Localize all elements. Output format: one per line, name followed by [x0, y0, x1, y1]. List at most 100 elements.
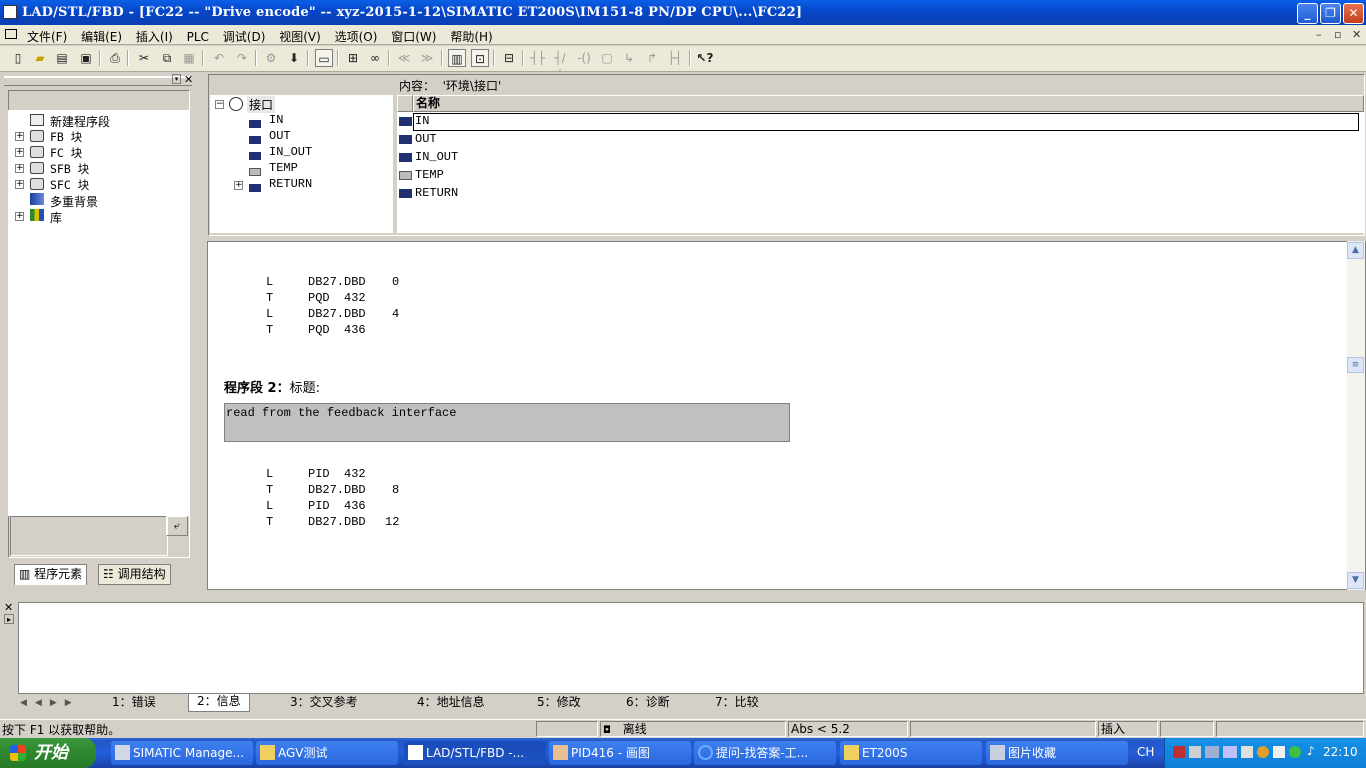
- scroll-down-icon[interactable]: ▼: [1347, 572, 1364, 589]
- copy-icon[interactable]: ⧉: [158, 49, 176, 67]
- pane-close-icon[interactable]: ✕: [184, 73, 193, 86]
- task-lad-stl-fbd[interactable]: LAD/STL/FBD -...: [404, 741, 546, 765]
- table-row-return[interactable]: RETURN: [415, 186, 458, 200]
- paste-icon[interactable]: ▦: [180, 49, 198, 67]
- new-icon[interactable]: ▯: [9, 49, 27, 67]
- task-paint[interactable]: PID416 - 画图: [549, 741, 691, 765]
- tree-item-fb[interactable]: + FB 块: [8, 128, 184, 144]
- tree-item-sfb[interactable]: + SFB 块: [8, 160, 184, 176]
- task-simatic-manager[interactable]: SIMATIC Manage...: [111, 741, 253, 765]
- document-icon[interactable]: [5, 29, 17, 39]
- task-browser[interactable]: 提问-找答案-工...: [694, 741, 836, 765]
- expand-icon[interactable]: +: [15, 132, 24, 141]
- tray-app-icon[interactable]: [1173, 746, 1185, 758]
- tab-address-info[interactable]: 4：地址信息: [417, 695, 485, 712]
- tree-temp[interactable]: TEMP: [269, 161, 298, 175]
- tree-item-fc[interactable]: + FC 块: [8, 144, 184, 160]
- tab-scroll-arrows[interactable]: ◀◀▶▶: [20, 695, 92, 711]
- monitor-icon[interactable]: ▭: [315, 49, 333, 67]
- close-button[interactable]: ✕: [1343, 3, 1364, 24]
- network-icon[interactable]: ⊞: [344, 49, 362, 67]
- next-network-icon[interactable]: ≫: [418, 49, 436, 67]
- tree-item-new-network[interactable]: 新建程序段: [8, 112, 184, 129]
- tab-info[interactable]: 2：信息: [188, 694, 250, 712]
- new-network-icon[interactable]: ⊟: [500, 49, 518, 67]
- table-row-out[interactable]: OUT: [415, 132, 437, 146]
- task-pictures[interactable]: 图片收藏: [986, 741, 1128, 765]
- download-icon[interactable]: ⬇: [285, 49, 303, 67]
- stl-editor[interactable]: L DB27.DBD 0 T PQD 432 L DB27.DBD 4 T PQ…: [207, 241, 1366, 590]
- tab-compare[interactable]: 7：比较: [715, 695, 759, 712]
- coil-icon[interactable]: -(): [575, 49, 593, 67]
- overview-icon[interactable]: ▥: [448, 49, 466, 67]
- save-icon[interactable]: ▣: [77, 49, 95, 67]
- tab-program-elements[interactable]: ▥ 程序元素: [14, 564, 88, 585]
- empty-box-icon[interactable]: ▢: [598, 49, 616, 67]
- tray-monitor-icon[interactable]: [1273, 746, 1285, 758]
- expand-icon[interactable]: +: [234, 181, 243, 190]
- context-help-icon[interactable]: ↖?: [696, 49, 714, 67]
- restore-button[interactable]: ❐: [1320, 3, 1341, 24]
- mdi-minimize-button[interactable]: –: [1316, 28, 1322, 41]
- no-contact-icon[interactable]: ┤├: [529, 49, 547, 67]
- table-row-in-out[interactable]: IN_OUT: [415, 150, 458, 164]
- expand-icon[interactable]: +: [15, 212, 24, 221]
- tray-security-icon[interactable]: [1289, 746, 1301, 758]
- tray-settings-icon[interactable]: [1257, 746, 1269, 758]
- prev-network-icon[interactable]: ≪: [395, 49, 413, 67]
- glasses-icon[interactable]: ∞: [366, 49, 384, 67]
- tab-diagnostics[interactable]: 6：诊断: [626, 695, 670, 712]
- nc-contact-icon[interactable]: ┤/├: [551, 49, 569, 83]
- tray-ime-icon[interactable]: [1205, 746, 1219, 758]
- collapse-icon[interactable]: −: [215, 100, 224, 109]
- menu-view[interactable]: 视图(V): [274, 26, 326, 47]
- task-agv-folder[interactable]: AGV测试: [256, 741, 398, 765]
- branch-close-icon[interactable]: ↱: [643, 49, 661, 67]
- menu-file[interactable]: 文件(F): [22, 26, 72, 47]
- network-comment-box[interactable]: read from the feedback interface: [224, 403, 790, 442]
- menu-options[interactable]: 选项(O): [330, 26, 383, 47]
- menu-help[interactable]: 帮助(H): [445, 26, 497, 47]
- menu-window[interactable]: 窗口(W): [386, 26, 441, 47]
- tray-network-icon[interactable]: [1189, 746, 1201, 758]
- pane-float-icon[interactable]: ▾: [172, 74, 181, 84]
- tree-in-out[interactable]: IN_OUT: [269, 145, 312, 159]
- tray-ime-mode-icon[interactable]: [1223, 746, 1237, 758]
- tray-volume-icon[interactable]: ♪: [1307, 744, 1315, 758]
- open-icon[interactable]: ▰: [31, 49, 49, 67]
- print-icon[interactable]: ⎙: [106, 49, 124, 67]
- branch-open-icon[interactable]: ↳: [620, 49, 638, 67]
- tab-modify[interactable]: 5：修改: [537, 695, 581, 712]
- compile-icon[interactable]: ⚙: [262, 49, 280, 67]
- scroll-thumb[interactable]: ≡: [1347, 357, 1364, 373]
- table-row-temp[interactable]: TEMP: [415, 168, 444, 182]
- details-icon[interactable]: ⊡: [471, 49, 489, 67]
- insert-element-icon[interactable]: ⤶: [166, 516, 188, 536]
- tree-out[interactable]: OUT: [269, 129, 291, 143]
- interface-root[interactable]: 接口: [247, 96, 276, 113]
- editor-scrollbar[interactable]: ▲ ≡ ▼: [1347, 241, 1365, 590]
- menu-plc[interactable]: PLC: [182, 28, 214, 46]
- language-indicator[interactable]: CH: [1137, 745, 1154, 759]
- expand-icon[interactable]: +: [15, 148, 24, 157]
- start-button[interactable]: 开始: [0, 738, 96, 768]
- column-header-name[interactable]: 名称: [413, 95, 1364, 112]
- tab-errors[interactable]: 1：错误: [112, 695, 156, 712]
- scroll-up-icon[interactable]: ▲: [1347, 242, 1364, 259]
- mdi-close-button[interactable]: ✕: [1352, 28, 1361, 41]
- clock[interactable]: 22:10: [1323, 745, 1358, 759]
- tree-item-multi-instance[interactable]: 多重背景: [8, 192, 184, 209]
- tree-item-libraries[interactable]: + 库: [8, 208, 184, 225]
- redo-icon[interactable]: ↷: [233, 49, 251, 67]
- tree-return[interactable]: RETURN: [269, 177, 312, 191]
- tab-call-structure[interactable]: ☷ 调用结构: [98, 564, 171, 585]
- accessible-nodes-icon[interactable]: ▤: [53, 49, 71, 67]
- details-float-icon[interactable]: ▸: [4, 614, 14, 624]
- tree-item-sfc[interactable]: + SFC 块: [8, 176, 184, 192]
- mdi-restore-button[interactable]: ▫: [1334, 28, 1341, 41]
- tab-cross-reference[interactable]: 3：交叉参考: [290, 695, 358, 712]
- task-et200s-folder[interactable]: ET200S: [840, 741, 982, 765]
- details-close-icon[interactable]: ✕: [4, 601, 13, 614]
- minimize-button[interactable]: _: [1297, 3, 1318, 24]
- menu-edit[interactable]: 编辑(E): [76, 26, 127, 47]
